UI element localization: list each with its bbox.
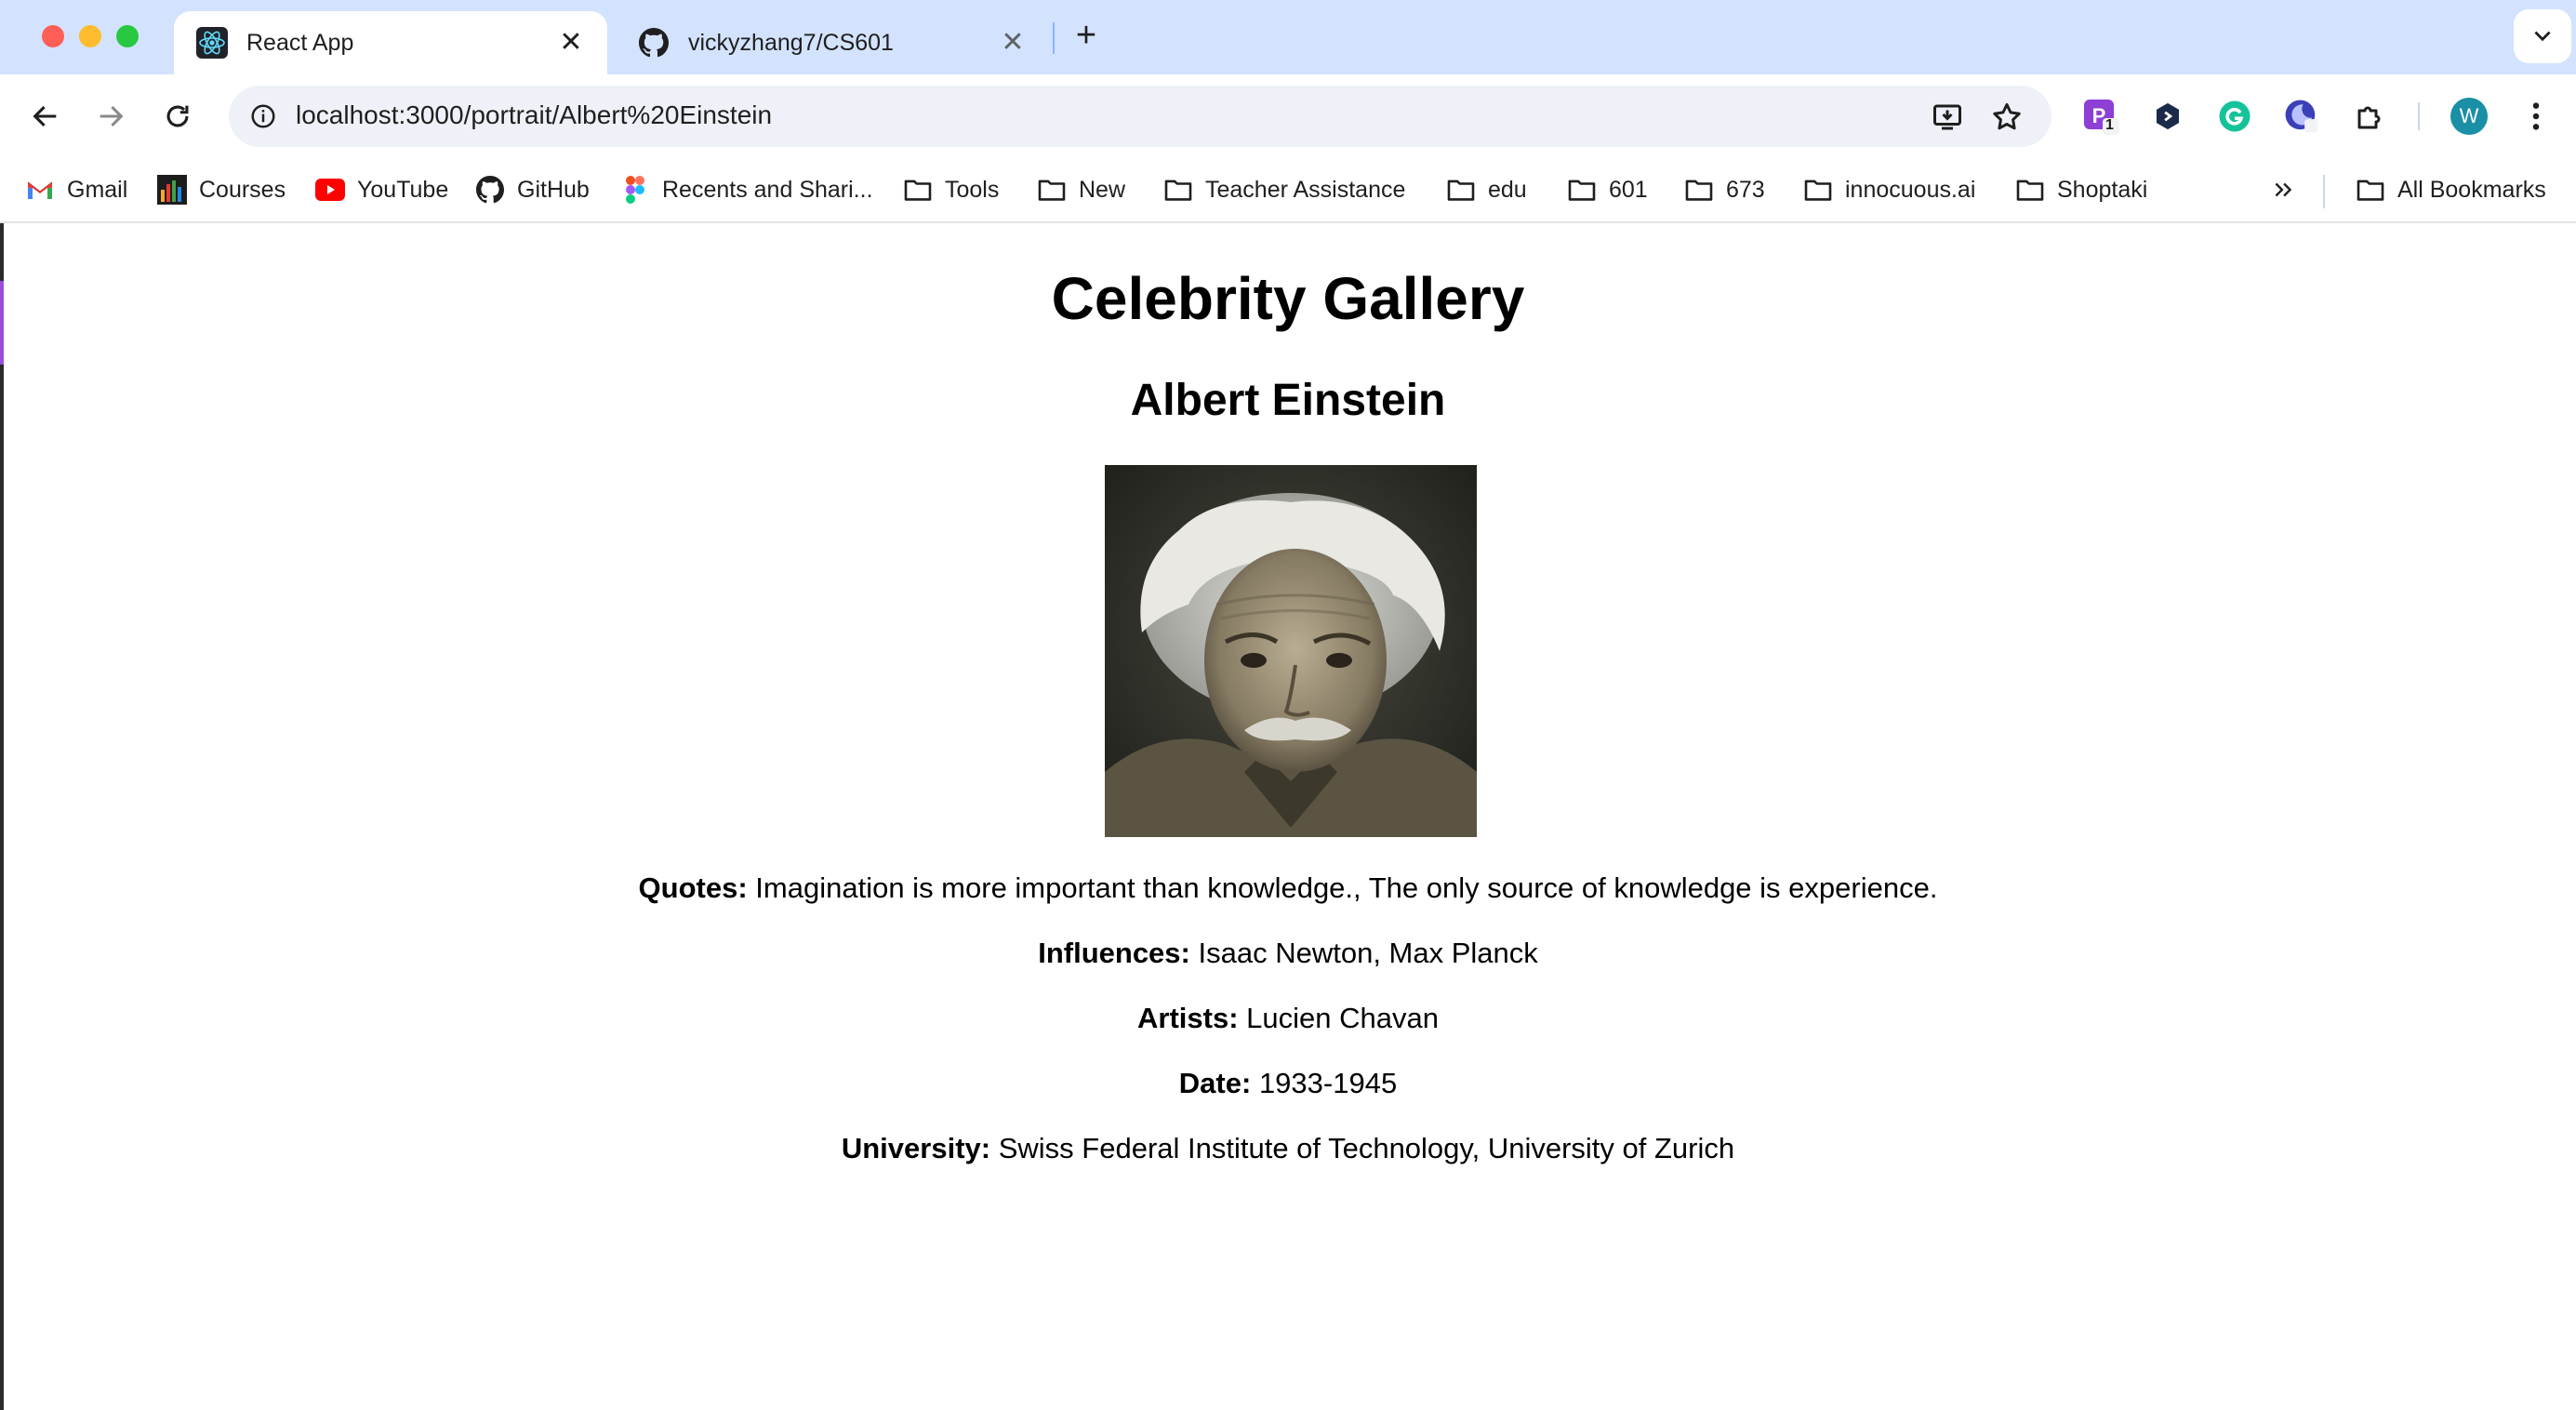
detail-date: Date: 1933-1945 xyxy=(0,1067,2576,1100)
detail-artists: Artists: Lucien Chavan xyxy=(0,1002,2576,1035)
folder-icon xyxy=(1162,174,1194,206)
browser-toolbar: localhost:3000/portrait/Albert%20Einstei… xyxy=(0,74,2576,158)
youtube-icon xyxy=(314,174,346,206)
github-icon xyxy=(638,27,670,59)
moon-extension-icon xyxy=(2285,100,2318,133)
detail-value: Swiss Federal Institute of Technology, U… xyxy=(998,1132,1735,1164)
profile-avatar[interactable]: W xyxy=(2448,95,2490,138)
forward-button[interactable] xyxy=(89,95,132,138)
portrait-image xyxy=(1105,465,1477,837)
address-bar[interactable]: localhost:3000/portrait/Albert%20Einstei… xyxy=(229,86,2052,147)
bookmark-youtube[interactable]: YouTube xyxy=(314,171,448,208)
puzzle-icon xyxy=(2357,106,2381,129)
celebrity-name: Albert Einstein xyxy=(1130,376,1446,425)
tab-strip: React App ✕ vickyzhang7/CS601 ✕ + xyxy=(0,0,2576,74)
bookmarks-overflow-button[interactable] xyxy=(2267,171,2310,208)
extension-badge: 1 xyxy=(2105,117,2114,133)
back-button[interactable] xyxy=(24,95,67,138)
site-info-icon[interactable] xyxy=(244,97,283,136)
grammarly-icon xyxy=(2219,100,2251,132)
bookmark-folder-innocuous[interactable]: innocuous.ai xyxy=(1802,171,1975,208)
detail-label: Quotes: xyxy=(638,871,748,904)
avatar: W xyxy=(2450,98,2488,135)
gmail-icon xyxy=(24,174,56,206)
maximize-window-button[interactable] xyxy=(116,25,139,47)
tab-github-cs601[interactable]: vickyzhang7/CS601 ✕ xyxy=(616,11,1049,74)
detail-value: Lucien Chavan xyxy=(1246,1002,1439,1034)
figma-icon xyxy=(619,174,651,206)
tab-divider xyxy=(1053,22,1055,54)
tab-search-button[interactable] xyxy=(2514,9,2571,63)
bookmark-folder-shoptaki[interactable]: Shoptaki xyxy=(2014,171,2147,208)
bookmarks-bar: Gmail Courses YouTube GitHub Recents and… xyxy=(0,158,2576,223)
detail-value: Imagination is more important than knowl… xyxy=(755,871,1938,904)
reload-button[interactable] xyxy=(156,95,199,138)
bookmark-courses[interactable]: Courses xyxy=(156,171,285,208)
detail-label: Influences: xyxy=(1038,937,1190,969)
folder-icon xyxy=(1683,174,1715,206)
reload-icon xyxy=(166,105,189,127)
chevron-down-icon xyxy=(2534,31,2551,42)
arrow-left-icon xyxy=(33,105,57,127)
extension-moon-button[interactable] xyxy=(2280,95,2323,138)
bookmark-figma-recents[interactable]: Recents and Shari... xyxy=(619,171,873,208)
bookmark-folder-tools[interactable]: Tools xyxy=(902,171,999,208)
react-icon xyxy=(196,27,228,59)
folder-icon xyxy=(1445,174,1477,206)
folder-icon xyxy=(902,174,934,206)
close-icon[interactable]: ✕ xyxy=(999,29,1027,57)
new-tab-button[interactable]: + xyxy=(1067,17,1106,56)
bookmark-gmail[interactable]: Gmail xyxy=(24,171,127,208)
folder-icon xyxy=(1036,174,1068,206)
web-page: Celebrity Gallery Albert Einstein Quotes… xyxy=(0,223,2576,1410)
courses-icon xyxy=(156,174,188,206)
bookmark-github[interactable]: GitHub xyxy=(474,171,590,208)
detail-label: Date: xyxy=(1178,1067,1252,1099)
toolbar-divider xyxy=(2418,102,2420,130)
bookmarks-divider xyxy=(2323,175,2325,208)
bookmark-folder-teacher-assistance[interactable]: Teacher Assistance xyxy=(1162,171,1405,208)
url-text: localhost:3000/portrait/Albert%20Einstei… xyxy=(296,100,773,129)
tab-title: React App xyxy=(246,29,354,56)
detail-university: University: Swiss Federal Institute of T… xyxy=(0,1132,2576,1165)
detail-influences: Influences: Isaac Newton, Max Planck xyxy=(0,937,2576,970)
minimize-window-button[interactable] xyxy=(79,25,101,47)
detail-value: 1933-1945 xyxy=(1258,1067,1398,1099)
install-icon xyxy=(1933,104,1961,130)
folder-icon xyxy=(1566,174,1598,206)
more-vert-icon xyxy=(2532,102,2540,130)
extension-p-button[interactable]: P 1 xyxy=(2079,95,2122,138)
tab-react-app[interactable]: React App ✕ xyxy=(174,11,607,74)
star-icon xyxy=(1993,103,2021,130)
bookmark-folder-601[interactable]: 601 xyxy=(1566,171,1648,208)
folder-icon xyxy=(1802,174,1834,206)
grammarly-button[interactable] xyxy=(2213,95,2256,138)
bookmark-folder-edu[interactable]: edu xyxy=(1445,171,1527,208)
bookmark-folder-new[interactable]: New xyxy=(1036,171,1125,208)
arrow-right-icon xyxy=(100,105,124,127)
tab-title: vickyzhang7/CS601 xyxy=(688,29,894,56)
detail-label: University: xyxy=(841,1132,991,1164)
hexagon-extension-icon xyxy=(2156,102,2180,130)
github-icon xyxy=(474,174,506,206)
close-icon[interactable]: ✕ xyxy=(557,29,585,57)
extension-hex-button[interactable] xyxy=(2146,95,2189,138)
detail-label: Artists: xyxy=(1137,1002,1239,1034)
install-app-button[interactable] xyxy=(1927,97,1968,138)
bookmark-folder-673[interactable]: 673 xyxy=(1683,171,1765,208)
extensions-button[interactable] xyxy=(2349,95,2392,138)
chevron-double-right-icon xyxy=(2267,174,2299,206)
detail-value: Isaac Newton, Max Planck xyxy=(1198,937,1538,969)
extension-p-icon: P xyxy=(2084,100,2119,135)
browser-menu-button[interactable] xyxy=(2515,95,2557,138)
folder-icon xyxy=(2355,174,2386,206)
folder-icon xyxy=(2014,174,2046,206)
all-bookmarks-button[interactable]: All Bookmarks xyxy=(2355,171,2546,208)
detail-quotes: Quotes: Imagination is more important th… xyxy=(0,871,2576,905)
bookmark-star-button[interactable] xyxy=(1986,97,2027,138)
page-title: Celebrity Gallery xyxy=(1051,265,1525,332)
close-window-button[interactable] xyxy=(42,25,64,47)
